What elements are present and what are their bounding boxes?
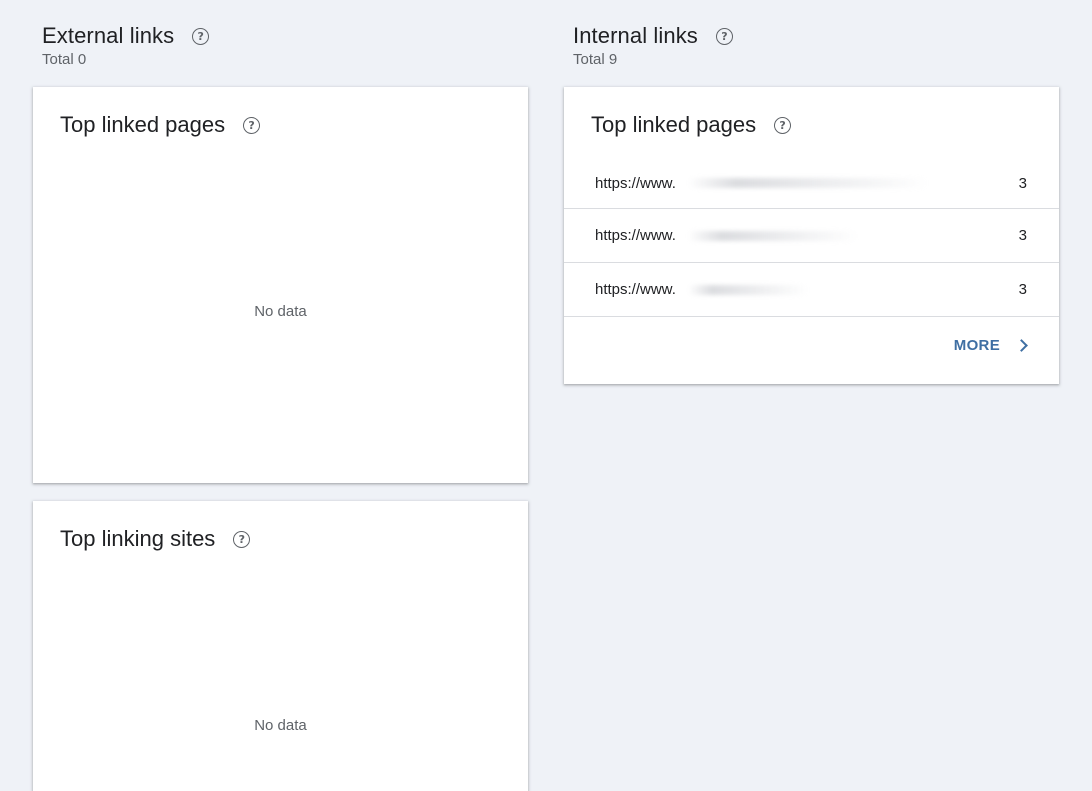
external-links-total: Total 0 — [42, 51, 87, 68]
list-item[interactable]: https://www. 3 — [564, 263, 1059, 317]
card-title: Top linked pages — [60, 112, 226, 137]
redacted-url-blur — [688, 284, 808, 295]
no-data-text: No data — [254, 303, 307, 320]
chevron-right-icon — [1015, 339, 1028, 352]
url-text: https://www. — [595, 174, 676, 192]
more-button[interactable]: MORE — [953, 337, 1028, 354]
external-top-linking-sites-card: Top linking sites ? No data — [33, 501, 528, 791]
top-linked-pages-list: https://www. 3 https://www. 3 https://ww… — [564, 158, 1059, 317]
redacted-url-blur — [688, 178, 928, 188]
list-item[interactable]: https://www. 3 — [564, 209, 1059, 263]
redacted-url-blur — [688, 230, 858, 241]
url-text: https://www. — [595, 281, 676, 298]
help-icon[interactable]: ? — [774, 116, 792, 134]
external-top-linked-pages-card: Top linked pages ? No data — [33, 87, 528, 483]
help-icon[interactable]: ? — [715, 27, 733, 45]
link-count: 3 — [1018, 174, 1027, 192]
external-links-title: External links — [42, 23, 175, 48]
external-links-header: External links ? Total 0 — [42, 22, 210, 69]
card-title: Top linking sites — [60, 526, 216, 551]
help-icon[interactable]: ? — [233, 530, 251, 548]
internal-links-title: Internal links — [573, 23, 698, 48]
no-data-text: No data — [254, 717, 307, 734]
help-icon[interactable]: ? — [192, 27, 210, 45]
internal-links-total: Total 9 — [573, 51, 618, 68]
url-text: https://www. — [595, 227, 676, 244]
more-label: MORE — [953, 337, 1000, 354]
card-title: Top linked pages — [591, 112, 757, 137]
help-icon[interactable]: ? — [243, 116, 261, 134]
internal-links-header: Internal links ? Total 9 — [573, 22, 733, 69]
list-item[interactable]: https://www. 3 — [564, 158, 1059, 209]
link-count: 3 — [1018, 227, 1027, 244]
internal-top-linked-pages-card: Top linked pages ? https://www. 3 https:… — [564, 87, 1059, 384]
link-count: 3 — [1018, 281, 1027, 298]
